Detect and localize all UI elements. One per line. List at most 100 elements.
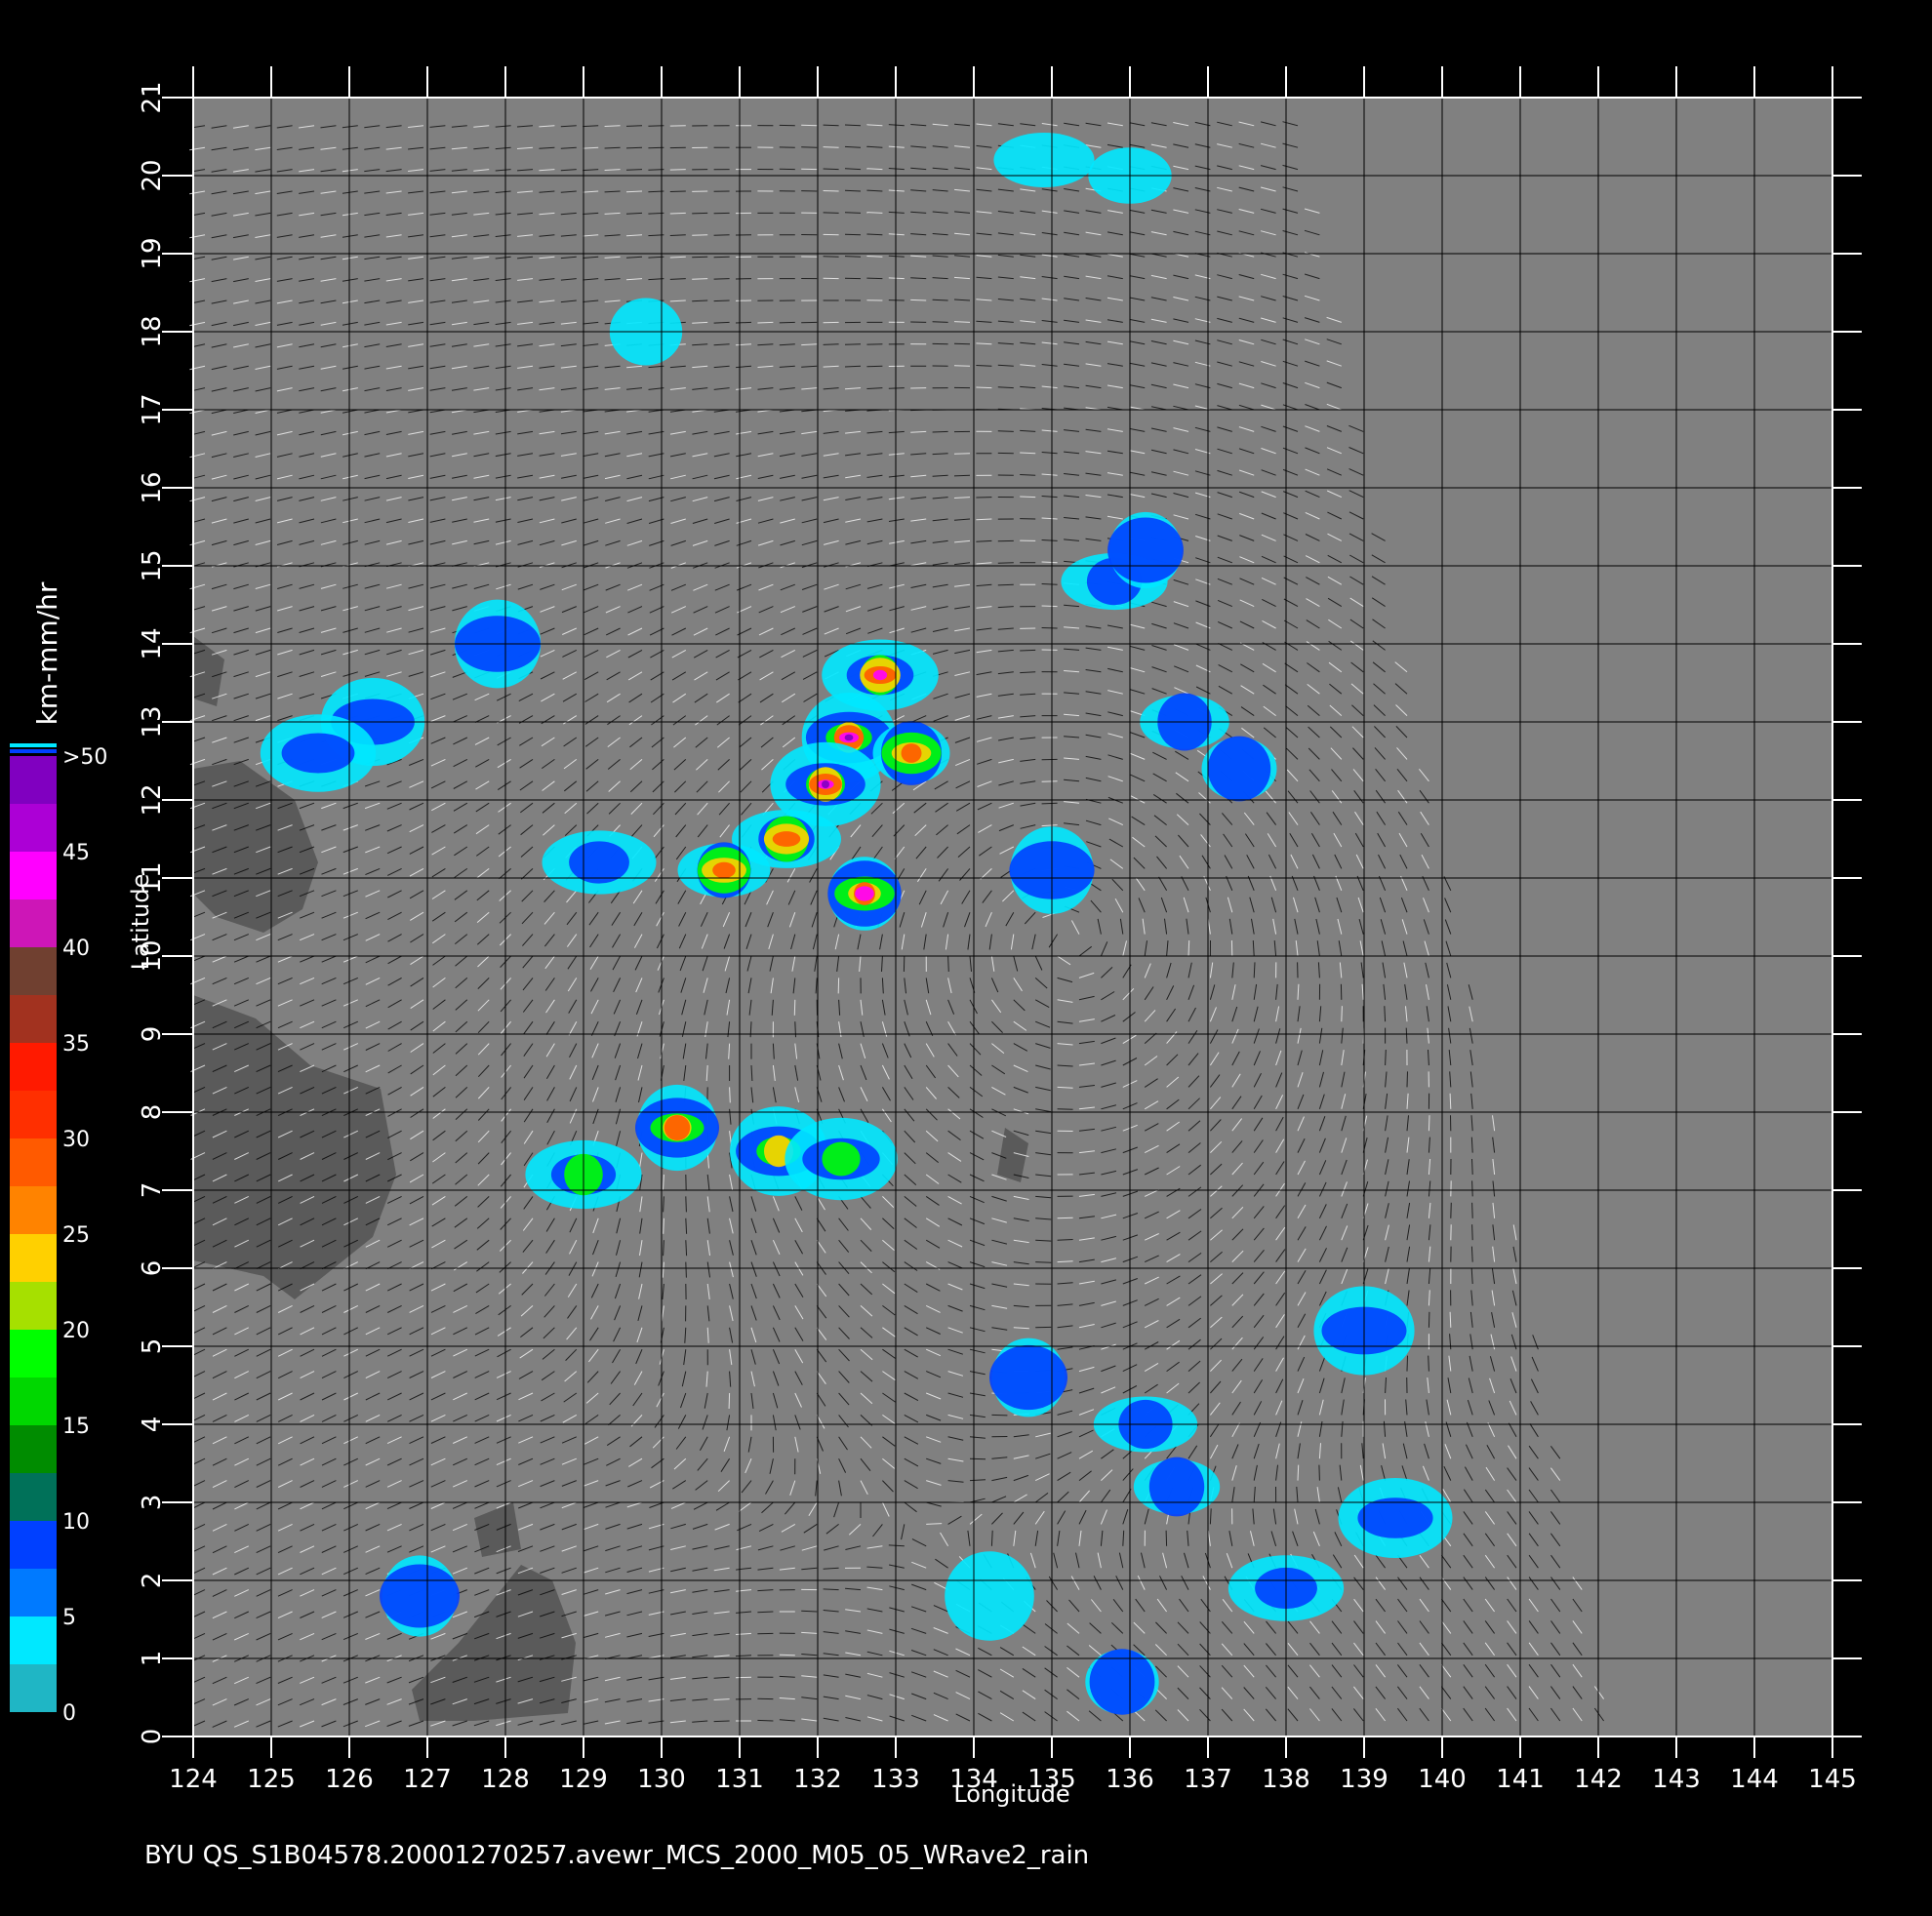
lon-tick-label: 136	[1106, 1765, 1154, 1794]
rain-cell	[989, 1345, 1067, 1410]
rain-cell	[1357, 1497, 1432, 1538]
wind-barb	[714, 322, 730, 323]
legend-cap	[10, 749, 57, 753]
wind-barb	[824, 213, 839, 214]
lon-tick-label: 128	[481, 1765, 530, 1794]
rain-cell	[773, 831, 801, 847]
wind-barb	[1020, 497, 1035, 498]
wind-barb	[1042, 781, 1058, 782]
wind-barb	[686, 1196, 687, 1212]
plot-area	[189, 98, 1832, 1736]
wind-barb	[824, 1589, 839, 1590]
lon-tick-label: 130	[637, 1765, 686, 1794]
lon-tick-label: 126	[325, 1765, 374, 1794]
wind-barb	[866, 257, 882, 258]
wind-barb	[670, 235, 686, 236]
legend-swatch-shade	[10, 1473, 57, 1521]
lat-tick-label: 4	[138, 1417, 167, 1433]
lat-tick-label: 16	[138, 471, 167, 503]
wind-barb	[1042, 628, 1058, 629]
rain-cell	[664, 1115, 690, 1140]
rain-cell	[1149, 1457, 1204, 1517]
wind-barb	[1188, 940, 1189, 956]
wind-barb	[1020, 475, 1035, 476]
wind-barb	[845, 344, 861, 345]
wind-barb	[692, 279, 707, 280]
wind-barb	[780, 322, 795, 323]
wind-barb	[729, 1393, 730, 1409]
lon-tick-label: 129	[559, 1765, 608, 1794]
wind-barb	[933, 431, 948, 432]
wind-rain-map: 1241251261271281291301311321331341351361…	[0, 0, 1932, 1912]
lat-tick-label: 3	[138, 1495, 167, 1511]
wind-barb	[714, 279, 730, 280]
wind-barb	[670, 170, 686, 171]
lat-tick-label: 13	[138, 705, 167, 738]
wind-barb	[998, 431, 1014, 432]
legend-swatch-shade	[10, 899, 57, 947]
legend-label: 0	[62, 1701, 76, 1726]
wind-barb	[1450, 1094, 1451, 1109]
lon-tick-label: 124	[169, 1765, 218, 1794]
lat-tick-label: 20	[138, 159, 167, 191]
wind-barb	[714, 300, 730, 301]
wind-barb	[605, 126, 621, 127]
y-axis-label: Latitude	[127, 874, 154, 971]
lon-tick-label: 138	[1262, 1765, 1310, 1794]
wind-barb	[1472, 1180, 1473, 1196]
legend-label: 30	[62, 1128, 90, 1152]
rain-cell	[873, 670, 887, 680]
lat-tick-label: 1	[138, 1651, 167, 1667]
lon-tick-label: 125	[247, 1765, 296, 1794]
lat-tick-label: 21	[138, 81, 167, 113]
wind-barb	[954, 343, 970, 344]
legend-label: 20	[62, 1319, 90, 1343]
wind-barb	[1058, 1240, 1073, 1241]
rain-cell	[569, 841, 629, 883]
wind-barb	[866, 278, 882, 279]
legend-label: 15	[62, 1415, 90, 1439]
wind-barb	[1407, 1356, 1408, 1372]
wind-barb	[910, 299, 926, 300]
wind-barb	[626, 170, 642, 171]
wind-barb	[845, 257, 861, 258]
wind-barb	[1042, 803, 1058, 804]
wind-barb	[1042, 584, 1058, 585]
wind-barb	[1020, 650, 1035, 651]
lon-tick-label: 132	[793, 1765, 842, 1794]
legend-unit-label: km-mm/hr	[31, 581, 63, 725]
legend-cap	[10, 743, 57, 747]
wind-barb	[1298, 1465, 1299, 1481]
wind-barb	[780, 1655, 795, 1656]
wind-barb	[866, 366, 882, 367]
lon-tick-label: 143	[1652, 1765, 1701, 1794]
rain-cell	[712, 862, 736, 878]
legend-label: 35	[62, 1032, 90, 1057]
wind-barb	[1472, 1203, 1473, 1218]
wind-barb	[845, 190, 861, 191]
legend-label: 5	[62, 1606, 76, 1630]
wind-barb	[824, 344, 839, 345]
rain-cell	[380, 1565, 460, 1628]
lat-tick-label: 12	[138, 783, 167, 816]
lat-tick-label: 8	[138, 1104, 167, 1121]
wind-barb	[626, 147, 642, 148]
wind-barb	[970, 1458, 986, 1459]
rain-cell	[1208, 737, 1270, 802]
wind-barb	[670, 213, 686, 214]
rain-cell	[902, 743, 922, 763]
wind-barb	[1472, 1159, 1473, 1175]
wind-barb	[998, 584, 1014, 585]
legend-swatch-shade	[10, 804, 57, 852]
wind-barb	[824, 191, 839, 192]
lat-tick-label: 18	[138, 315, 167, 347]
wind-barb	[1386, 1050, 1387, 1065]
lat-tick-label: 15	[138, 549, 167, 581]
wind-barb	[801, 125, 817, 126]
legend-label: >50	[62, 745, 107, 770]
wind-barb	[954, 475, 970, 476]
wind-barb	[991, 1415, 1007, 1416]
wind-barb	[1451, 1203, 1452, 1218]
wind-barb	[692, 235, 707, 236]
wind-barb	[736, 1677, 751, 1678]
